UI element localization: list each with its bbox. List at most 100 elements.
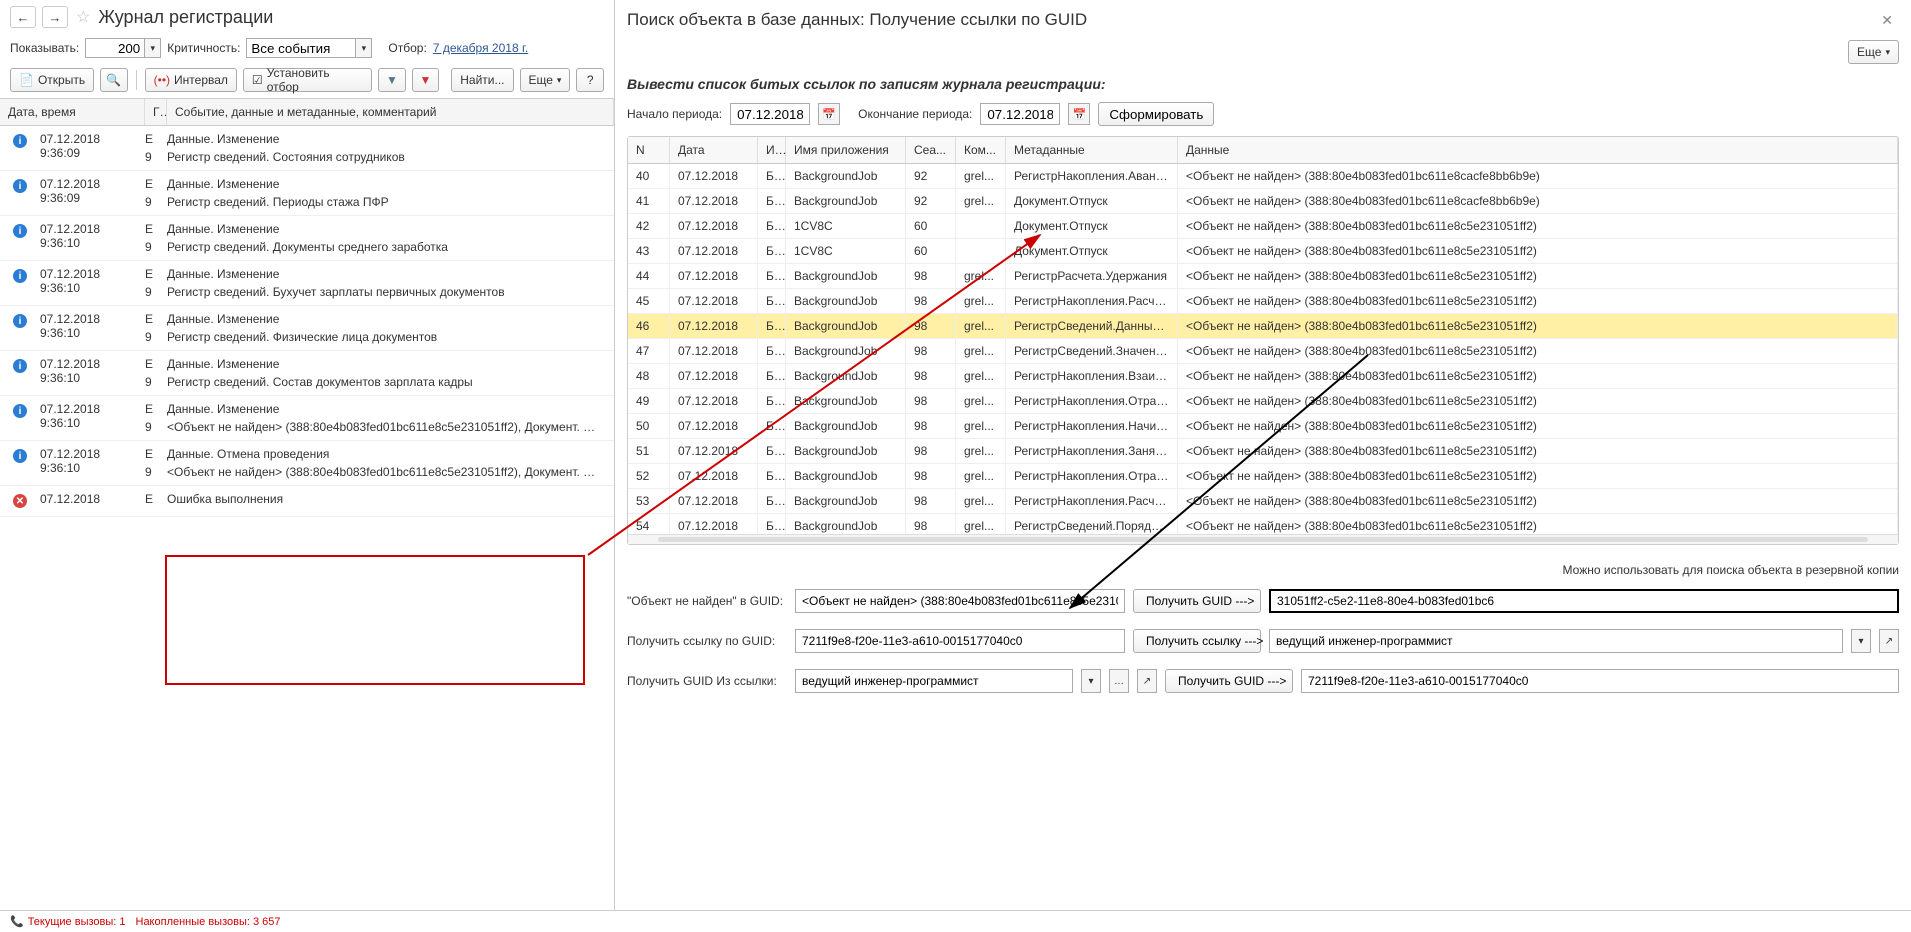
checkbox-icon: ☑ <box>252 73 263 87</box>
divider <box>136 70 137 90</box>
table-row[interactable]: 5107.12.2018Б...BackgroundJob98grel...Ре… <box>628 439 1898 464</box>
table-row[interactable]: 4207.12.2018Б...1CV8C60Документ.Отпуск<О… <box>628 214 1898 239</box>
open-btn-3[interactable]: ↗ <box>1137 669 1157 693</box>
log-entry[interactable]: i07.12.20189:36:10Е9Данные. Отмена прове… <box>0 441 614 486</box>
dropdown-btn-2[interactable]: ▾ <box>1851 629 1871 653</box>
field3-result[interactable] <box>1301 669 1899 693</box>
log-entry[interactable]: i07.12.20189:36:09Е9Данные. ИзменениеРег… <box>0 171 614 216</box>
table-row[interactable]: 5407.12.2018Б...BackgroundJob98grel...Ре… <box>628 514 1898 534</box>
table-row[interactable]: 4407.12.2018Б...BackgroundJob98grel...Ре… <box>628 264 1898 289</box>
more-button-right[interactable]: Еще ▾ <box>1848 40 1899 64</box>
info-icon: i <box>13 179 27 193</box>
current-calls: Текущие вызовы: 1 <box>28 916 126 928</box>
table-row[interactable]: 4307.12.2018Б...1CV8C60Документ.Отпуск<О… <box>628 239 1898 264</box>
backup-hint: Можно использовать для поиска объекта в … <box>627 563 1899 577</box>
table-row[interactable]: 4607.12.2018Б...BackgroundJob98grel...Ре… <box>628 314 1898 339</box>
show-dropdown-icon[interactable]: ▾ <box>145 38 161 58</box>
horizontal-scrollbar[interactable] <box>628 534 1898 544</box>
set-filter-button[interactable]: ☑Установить отбор <box>243 68 372 92</box>
period-end-input[interactable] <box>980 103 1060 125</box>
folder-icon: 📄 <box>19 73 34 87</box>
log-entry[interactable]: ✕07.12.2018ЕОшибка выполнения <box>0 486 614 517</box>
col-g[interactable]: Г <box>145 99 167 125</box>
log-entry[interactable]: i07.12.20189:36:10Е9Данные. ИзменениеРег… <box>0 261 614 306</box>
log-entry[interactable]: i07.12.20189:36:10Е9Данные. ИзменениеРег… <box>0 216 614 261</box>
refresh-button[interactable]: 🔍 <box>100 68 128 92</box>
period-end-label: Окончание периода: <box>858 107 972 121</box>
filter-icon-1[interactable]: ▼ <box>378 68 406 92</box>
crit-dropdown-icon[interactable]: ▾ <box>356 38 372 58</box>
calendar-end-icon[interactable]: 📅 <box>1068 103 1090 125</box>
open-btn-2[interactable]: ↗ <box>1879 629 1899 653</box>
section-title: Вывести список битых ссылок по записям ж… <box>627 76 1899 92</box>
field1-input[interactable] <box>795 589 1125 613</box>
field2-label: Получить ссылку по GUID: <box>627 634 787 648</box>
open-button[interactable]: 📄Открыть <box>10 68 94 92</box>
table-row[interactable]: 4107.12.2018Б...BackgroundJob92grel...До… <box>628 189 1898 214</box>
col-sea[interactable]: Сеа... <box>906 137 956 163</box>
col-meta[interactable]: Метаданные <box>1006 137 1178 163</box>
get-link-button[interactable]: Получить ссылку ---> <box>1133 629 1261 653</box>
show-label: Показывать: <box>10 41 79 55</box>
show-count-input[interactable] <box>85 38 145 58</box>
filter-clear-button[interactable]: ▼ <box>412 68 440 92</box>
field1-result[interactable] <box>1269 589 1899 613</box>
table-row[interactable]: 4707.12.2018Б...BackgroundJob98grel...Ре… <box>628 339 1898 364</box>
table-row[interactable]: 5207.12.2018Б...BackgroundJob98grel...Ре… <box>628 464 1898 489</box>
log-body[interactable]: i07.12.20189:36:09Е9Данные. ИзменениеРег… <box>0 126 614 932</box>
criticality-label: Критичность: <box>167 41 240 55</box>
col-date-r[interactable]: Дата <box>670 137 758 163</box>
info-icon: i <box>13 224 27 238</box>
info-icon: i <box>13 134 27 148</box>
col-event[interactable]: Событие, данные и метаданные, комментари… <box>167 99 614 125</box>
data-table-body[interactable]: 4007.12.2018Б...BackgroundJob92grel...Ре… <box>628 164 1898 534</box>
col-data[interactable]: Данные <box>1178 137 1898 163</box>
table-row[interactable]: 4807.12.2018Б...BackgroundJob98grel...Ре… <box>628 364 1898 389</box>
dropdown-btn-3[interactable]: ▾ <box>1081 669 1101 693</box>
table-row[interactable]: 4007.12.2018Б...BackgroundJob92grel...Ре… <box>628 164 1898 189</box>
table-row[interactable]: 4907.12.2018Б...BackgroundJob98grel...Ре… <box>628 389 1898 414</box>
calendar-start-icon[interactable]: 📅 <box>818 103 840 125</box>
log-entry[interactable]: i07.12.20189:36:10Е9Данные. ИзменениеРег… <box>0 351 614 396</box>
table-row[interactable]: 5007.12.2018Б...BackgroundJob98grel...Ре… <box>628 414 1898 439</box>
log-entry[interactable]: i07.12.20189:36:09Е9Данные. ИзменениеРег… <box>0 126 614 171</box>
ellipsis-btn-3[interactable]: … <box>1109 669 1129 693</box>
info-icon: i <box>13 269 27 283</box>
left-title: Журнал регистрации <box>98 7 273 28</box>
accum-calls: Накопленные вызовы: 3 657 <box>136 916 281 928</box>
star-icon[interactable]: ☆ <box>76 7 90 27</box>
help-button[interactable]: ? <box>576 68 604 92</box>
field3-input[interactable] <box>795 669 1073 693</box>
more-button-left[interactable]: Еще ▾ <box>520 68 571 92</box>
col-kom[interactable]: Ком... <box>956 137 1006 163</box>
col-app[interactable]: Имя приложения <box>786 137 906 163</box>
find-button[interactable]: Найти... <box>451 68 513 92</box>
right-title: Поиск объекта в базе данных: Получение с… <box>627 10 1087 30</box>
get-guid-button-2[interactable]: Получить GUID ---> <box>1165 669 1293 693</box>
get-guid-button-1[interactable]: Получить GUID ---> <box>1133 589 1261 613</box>
log-entry[interactable]: i07.12.20189:36:10Е9Данные. ИзменениеРег… <box>0 306 614 351</box>
data-table: N Дата И... Имя приложения Сеа... Ком...… <box>627 136 1899 545</box>
nav-back-button[interactable]: ← <box>10 6 36 28</box>
criticality-select[interactable] <box>246 38 356 58</box>
filter-date-link[interactable]: 7 декабря 2018 г. <box>433 41 528 55</box>
field2-result[interactable] <box>1269 629 1843 653</box>
col-date[interactable]: Дата, время <box>0 99 145 125</box>
table-row[interactable]: 5307.12.2018Б...BackgroundJob98grel...Ре… <box>628 489 1898 514</box>
field2-input[interactable] <box>795 629 1125 653</box>
col-i[interactable]: И... <box>758 137 786 163</box>
nav-forward-button[interactable]: → <box>42 6 68 28</box>
log-entry[interactable]: i07.12.20189:36:10Е9Данные. Изменение<Об… <box>0 396 614 441</box>
right-panel: Поиск объекта в базе данных: Получение с… <box>615 0 1911 932</box>
interval-icon: (••) <box>154 73 170 87</box>
generate-button[interactable]: Сформировать <box>1098 102 1214 126</box>
col-n[interactable]: N <box>628 137 670 163</box>
period-start-input[interactable] <box>730 103 810 125</box>
interval-button[interactable]: (••)Интервал <box>145 68 237 92</box>
table-row[interactable]: 4507.12.2018Б...BackgroundJob98grel...Ре… <box>628 289 1898 314</box>
field3-label: Получить GUID Из ссылки: <box>627 674 787 688</box>
info-icon: i <box>13 359 27 373</box>
left-panel: ← → ☆ Журнал регистрации Показывать: ▾ К… <box>0 0 615 932</box>
close-button[interactable]: ✕ <box>1875 12 1899 29</box>
info-icon: i <box>13 404 27 418</box>
